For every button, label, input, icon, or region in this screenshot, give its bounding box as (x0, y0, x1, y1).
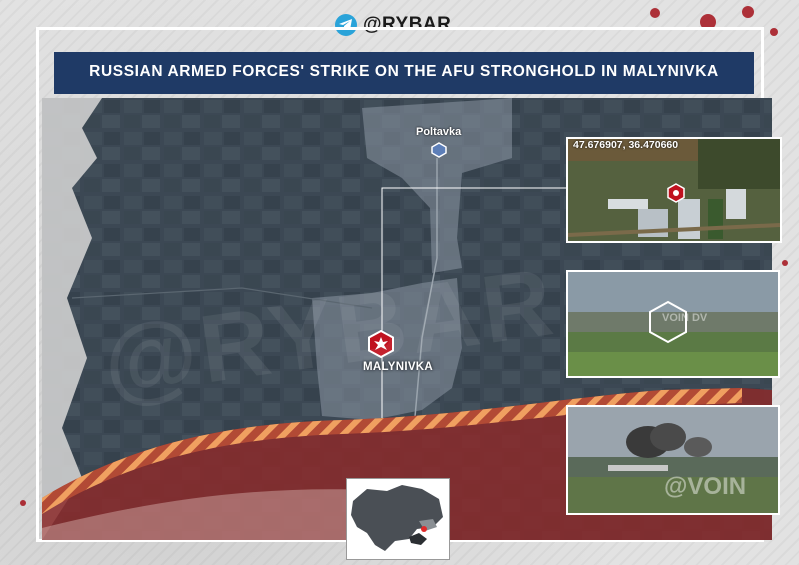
blood-splatter (20, 500, 26, 506)
title-bar: RUSSIAN ARMED FORCES' STRIKE ON THE AFU … (54, 52, 754, 94)
explosion-watermark: @VOIN (664, 473, 747, 500)
country-locator-map (346, 478, 450, 560)
inset-explosion-photo: @VOIN (566, 405, 780, 515)
blood-splatter (742, 6, 754, 18)
blood-splatter (782, 260, 788, 266)
drone-watermark: VOIN DV (662, 312, 708, 324)
town-label-poltavka: Poltavka (416, 126, 462, 138)
target-coordinates: 47.676907, 36.470660 (573, 139, 679, 151)
strike-target-icon (666, 183, 686, 203)
blood-splatter (770, 28, 778, 36)
inset-drone-photo: VOIN DV (566, 270, 780, 378)
page-title: RUSSIAN ARMED FORCES' STRIKE ON THE AFU … (89, 63, 719, 80)
poltavka-marker-icon (431, 142, 447, 158)
blood-splatter (650, 8, 660, 18)
inset-satellite (566, 137, 782, 243)
